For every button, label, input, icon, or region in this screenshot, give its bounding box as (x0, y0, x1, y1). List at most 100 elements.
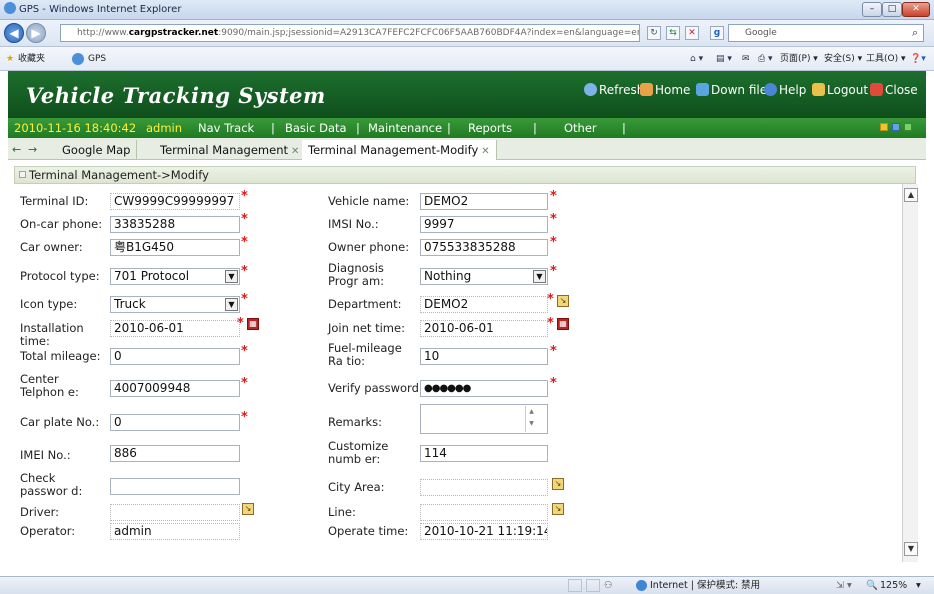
menu-maintenance[interactable]: Maintenance (368, 118, 442, 138)
internet-zone-text[interactable]: Internet | 保护模式: 禁用 (650, 577, 760, 594)
operator-field: admin (110, 523, 240, 540)
dropdown-arrow-icon[interactable]: ▼ (533, 270, 546, 283)
customize-number-field[interactable]: 114 (420, 445, 548, 462)
favorites-label[interactable]: 收藏夹 (18, 47, 45, 71)
tab-terminal-management-modify[interactable]: Terminal Management-Modify ✕ (302, 140, 497, 160)
logout-icon (812, 83, 825, 96)
terminal-id-label: Terminal ID: (20, 194, 89, 208)
select-line-icon[interactable]: ↘ (552, 503, 564, 515)
scroll-up-icon[interactable]: ▲ (904, 188, 918, 202)
theme-green-icon[interactable] (904, 123, 912, 131)
tab-scroll-right-icon[interactable]: → (28, 140, 37, 160)
home-link[interactable]: Home (640, 83, 690, 97)
driver-field[interactable] (110, 504, 240, 521)
help-link[interactable]: Help (764, 83, 806, 97)
imei-field[interactable]: 886 (110, 445, 240, 462)
total-mileage-field[interactable]: 0 (110, 348, 240, 365)
fuel-mileage-ratio-field[interactable]: 10 (420, 348, 548, 365)
select-department-icon[interactable]: ↘ (557, 295, 569, 307)
oncar-phone-label: On-car phone: (20, 217, 103, 231)
installation-time-field[interactable]: 2010-06-01 (110, 320, 240, 337)
forward-button[interactable]: ▶ (26, 23, 46, 43)
menu-basic-data[interactable]: Basic Data (285, 118, 347, 138)
theme-blue-icon[interactable] (892, 123, 900, 131)
join-net-time-field[interactable]: 2010-06-01 (420, 320, 548, 337)
close-link[interactable]: Close (870, 83, 918, 97)
remarks-scroll-icon[interactable]: ▲ ▼ (525, 406, 537, 432)
imsi-label: IMSI No.: (328, 217, 379, 231)
zoom-level[interactable]: 125% (880, 577, 907, 594)
select-driver-icon[interactable]: ↘ (242, 503, 254, 515)
driver-label: Driver: (20, 505, 60, 519)
operate-time-field: 2010-10-21 11:19:14 (420, 523, 548, 540)
menu-nav-track[interactable]: Nav Track (198, 118, 254, 138)
dropdown-arrow-icon[interactable]: ▼ (225, 298, 238, 311)
terminal-id-field[interactable]: CW9999C99999997 (110, 193, 240, 210)
icon-type-select[interactable]: Truck ▼ (110, 296, 240, 313)
menu-other[interactable]: Other (564, 118, 597, 138)
search-magnifier-icon[interactable]: ⌕ (912, 26, 918, 40)
car-plate-field[interactable]: 0 (110, 414, 240, 431)
protocol-type-select[interactable]: 701 Protocol ▼ (110, 268, 240, 285)
minimize-button[interactable]: – (862, 2, 882, 17)
security-status-icon[interactable]: ⚇ (604, 577, 613, 594)
stop-icon[interactable]: ✕ (685, 26, 699, 40)
mail-icon[interactable]: ✉ (742, 47, 750, 71)
center-telphone-field[interactable]: 4007009948 (110, 380, 240, 397)
owner-phone-field[interactable]: 075533835288 (420, 239, 548, 256)
required-marker: * (547, 292, 554, 307)
car-owner-field[interactable]: 粤B1G450 (110, 239, 240, 256)
theme-yellow-icon[interactable] (880, 123, 888, 131)
installation-time-label: Installation time: (20, 321, 84, 348)
safety-menu[interactable]: 安全(S) ▾ (824, 47, 862, 71)
calendar-icon[interactable]: ▦ (557, 318, 569, 330)
close-window-button[interactable]: ✕ (902, 2, 930, 17)
zoom-dropdown-icon[interactable]: ▾ (916, 577, 921, 594)
gps-browser-tab[interactable]: GPS (88, 47, 106, 71)
select-city-area-icon[interactable]: ↘ (552, 478, 564, 490)
imsi-field[interactable]: 9997 (420, 216, 548, 233)
tab-close-icon[interactable]: ✕ (481, 146, 489, 157)
print-icon[interactable]: ⎙ ▾ (758, 47, 773, 71)
tab-close-icon[interactable]: ✕ (291, 146, 299, 157)
url-input[interactable]: http://www.cargpstracker.net:9090/main.j… (60, 24, 640, 42)
internet-zone-icon (636, 580, 647, 591)
required-marker: * (241, 212, 248, 227)
tab-terminal-management[interactable]: Terminal Management ✕ (154, 140, 307, 160)
tools-menu[interactable]: 工具(O) ▾ (866, 47, 906, 71)
city-area-field[interactable] (420, 479, 548, 496)
page-menu[interactable]: 页面(P) ▾ (780, 47, 818, 71)
oncar-phone-field[interactable]: 33835288 (110, 216, 240, 233)
help-menu-icon[interactable]: ❓▾ (910, 47, 926, 71)
logout-link[interactable]: Logout (812, 83, 868, 97)
zoom-tools-icon[interactable]: ⇲ ▾ (836, 577, 852, 594)
calendar-icon[interactable]: ▦ (247, 318, 259, 330)
home-icon (640, 83, 653, 96)
imei-label: IMEI No.: (20, 448, 71, 462)
vehicle-name-field[interactable]: DEMO2 (420, 193, 548, 210)
tab-scroll-left-icon[interactable]: ← (12, 140, 21, 160)
line-field[interactable] (420, 504, 548, 521)
department-field[interactable]: DEMO2 (420, 296, 548, 313)
verify-password-field[interactable]: ●●●●●● (420, 380, 548, 397)
home-toolbar-icon[interactable]: ⌂ ▾ (690, 47, 703, 71)
scroll-down-icon[interactable]: ▼ (904, 542, 918, 556)
download-file-link[interactable]: Down file (696, 83, 767, 97)
back-button[interactable]: ◀ (4, 23, 24, 43)
dropdown-arrow-icon[interactable]: ▼ (225, 270, 238, 283)
check-password-field[interactable] (110, 478, 240, 495)
search-input[interactable]: Google (728, 24, 924, 42)
required-marker: * (241, 344, 248, 359)
tabs-bar: ← → Google Map Terminal Management ✕ Term… (8, 138, 926, 160)
form-scrollbar[interactable]: ▲ ▼ (902, 184, 918, 562)
refresh-link[interactable]: Refresh (584, 83, 644, 97)
feeds-icon[interactable]: ▤ ▾ (716, 47, 732, 71)
go-icon[interactable]: ⇆ (666, 26, 680, 40)
maximize-button[interactable]: □ (882, 2, 902, 17)
menu-separator: | (271, 121, 275, 135)
tab-google-map[interactable]: Google Map (56, 140, 138, 160)
refresh-page-icon[interactable]: ↻ (647, 26, 661, 40)
check-password-label: Check passwor d: (20, 471, 83, 498)
menu-reports[interactable]: Reports (468, 118, 512, 138)
diagnosis-program-select[interactable]: Nothing ▼ (420, 268, 548, 285)
